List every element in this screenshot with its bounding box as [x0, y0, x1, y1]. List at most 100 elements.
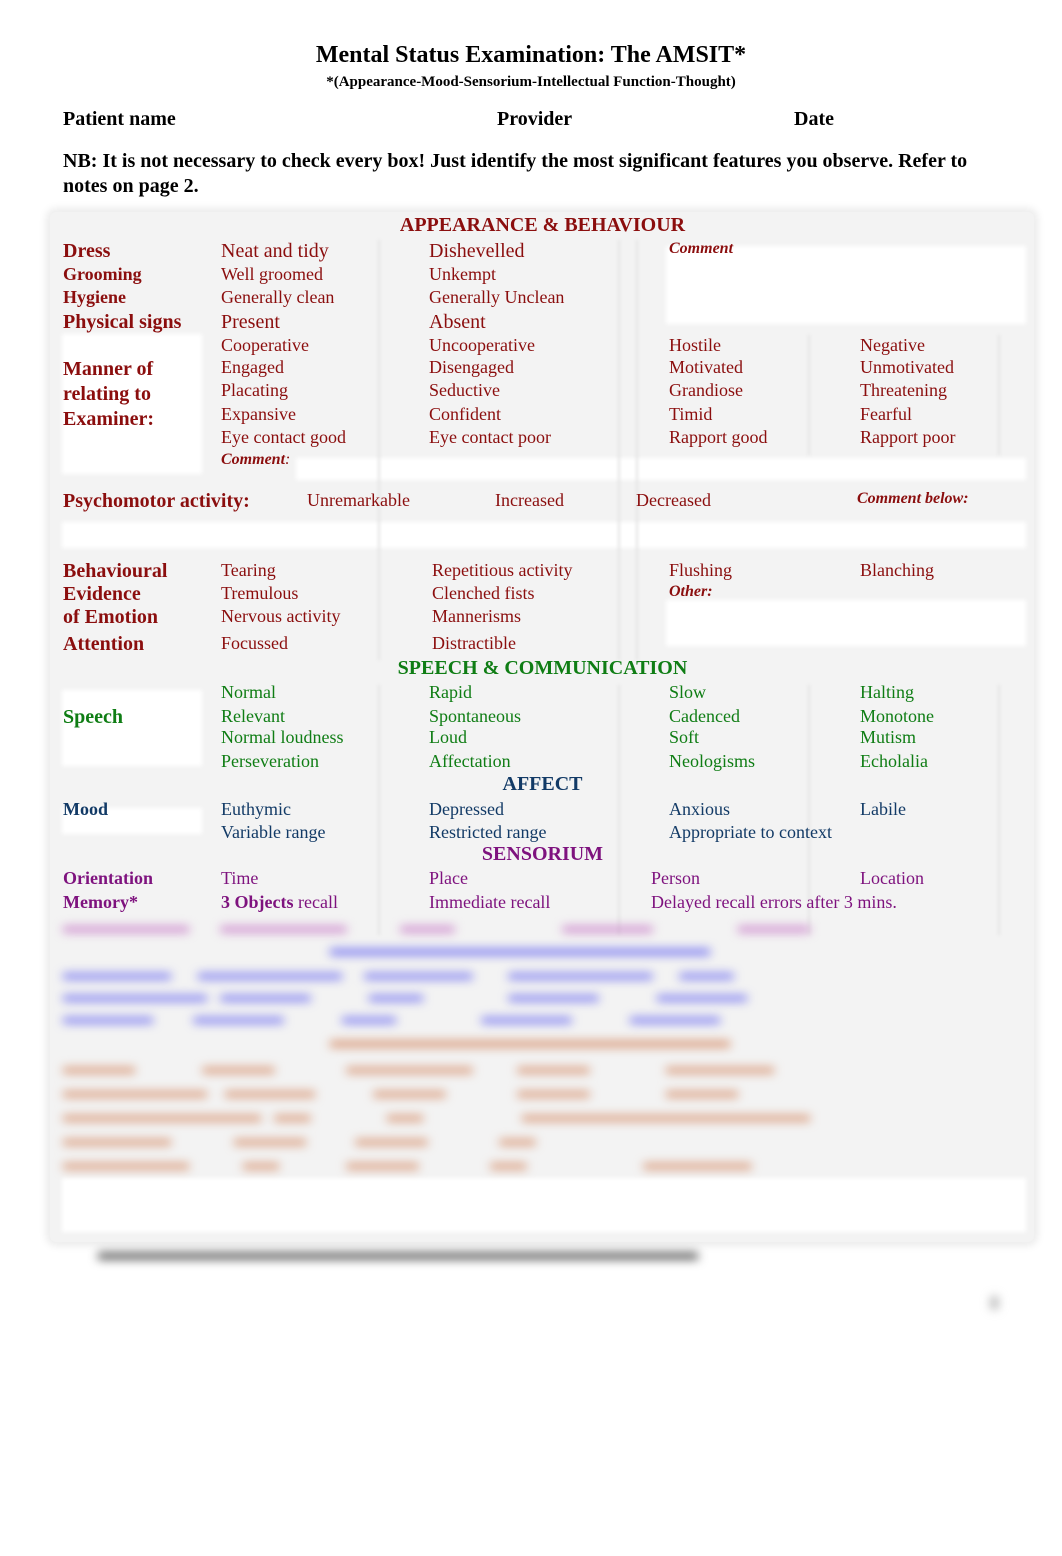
- page-title: Mental Status Examination: The AMSIT*: [315, 42, 747, 68]
- option-checkbox[interactable]: Normal: [221, 682, 276, 703]
- option-checkbox[interactable]: Affectation: [429, 751, 511, 772]
- obscured-heading: ▬▬▬▬▬▬▬▬▬▬▬▬▬▬▬▬▬▬▬▬: [330, 1030, 730, 1052]
- option-checkbox[interactable]: Absent: [429, 311, 486, 334]
- option-checkbox[interactable]: Neologisms: [669, 751, 755, 772]
- option-checkbox[interactable]: Seductive: [429, 380, 500, 401]
- option-checkbox[interactable]: Expansive: [221, 404, 296, 425]
- instruction-note: NB: It is not necessary to check every b…: [63, 150, 968, 197]
- option-checkbox[interactable]: Unremarkable: [307, 490, 410, 511]
- obscured-row: ▬▬▬▬▬▬▬ ▬▬▬▬▬▬▬ ▬▬▬ ▬▬▬▬▬ ▬▬▬▬: [63, 916, 810, 936]
- option-checkbox[interactable]: Labile: [860, 799, 906, 820]
- attention-label: Attention: [63, 633, 145, 655]
- option-checkbox[interactable]: Engaged: [221, 357, 284, 378]
- mood-label: Mood: [63, 799, 108, 819]
- option-checkbox[interactable]: Disengaged: [429, 357, 514, 378]
- option-checkbox[interactable]: Soft: [669, 727, 699, 748]
- option-checkbox[interactable]: Rapid: [429, 682, 472, 703]
- memory-label: Memory*: [63, 892, 138, 912]
- option-checkbox[interactable]: Nervous activity: [221, 606, 340, 627]
- option-checkbox[interactable]: Echolalia: [860, 751, 928, 772]
- option-checkbox[interactable]: Halting: [860, 682, 914, 703]
- option-checkbox[interactable]: Delayed recall errors after 3 mins.: [651, 892, 897, 913]
- option-checkbox[interactable]: Threatening: [860, 380, 947, 401]
- section-heading-affect: AFFECT: [502, 773, 583, 795]
- psychomotor-comment-label: Comment below:: [857, 490, 969, 507]
- option-checkbox[interactable]: Euthymic: [221, 799, 291, 820]
- option-checkbox[interactable]: Eye contact good: [221, 427, 346, 448]
- option-checkbox[interactable]: Eye contact poor: [429, 427, 551, 448]
- option-checkbox[interactable]: Confident: [429, 404, 501, 425]
- option-checkbox[interactable]: Timid: [669, 404, 712, 425]
- option-checkbox[interactable]: Dishevelled: [429, 240, 525, 263]
- option-checkbox[interactable]: Clenched fists: [432, 583, 534, 604]
- option-checkbox[interactable]: Flushing: [669, 560, 732, 581]
- section-heading-appearance: APPEARANCE & BEHAVIOUR: [399, 214, 686, 236]
- obscured-heading: ▬▬▬▬▬▬▬▬▬▬▬▬▬▬▬▬▬▬▬: [330, 938, 710, 960]
- option-checkbox[interactable]: Cooperative: [221, 335, 309, 356]
- option-checkbox[interactable]: Generally clean: [221, 287, 334, 308]
- option-checkbox[interactable]: Mutism: [860, 727, 916, 748]
- option-checkbox[interactable]: Location: [860, 868, 924, 889]
- obscured-page-number: ▮: [990, 1294, 999, 1311]
- option-checkbox[interactable]: Increased: [495, 490, 564, 511]
- manner-comment-box[interactable]: [296, 458, 1026, 480]
- option-checkbox[interactable]: Hostile: [669, 335, 721, 356]
- option-checkbox[interactable]: Restricted range: [429, 822, 546, 843]
- option-checkbox[interactable]: Mannerisms: [432, 606, 521, 627]
- obscured-row: ▬▬▬▬ ▬▬▬▬ ▬▬▬▬▬▬▬ ▬▬▬▬ ▬▬▬▬▬▬ ▬▬▬▬▬▬▬▬ ▬▬…: [63, 1057, 810, 1173]
- option-checkbox[interactable]: Time: [221, 868, 258, 889]
- option-checkbox[interactable]: Well groomed: [221, 264, 323, 285]
- option-checkbox[interactable]: Monotone: [860, 706, 934, 727]
- option-checkbox[interactable]: Perseveration: [221, 751, 319, 772]
- page-subtitle: *(Appearance-Mood-Sensorium-Intellectual…: [326, 74, 736, 90]
- option-checkbox[interactable]: Immediate recall: [429, 892, 550, 913]
- option-checkbox[interactable]: Placating: [221, 380, 288, 401]
- hygiene-label: Hygiene: [63, 287, 126, 307]
- option-checkbox[interactable]: Appropriate to context: [669, 822, 832, 843]
- option-checkbox[interactable]: Uncooperative: [429, 335, 535, 356]
- option-checkbox[interactable]: Normal loudness: [221, 727, 343, 748]
- option-checkbox[interactable]: Grandiose: [669, 380, 743, 401]
- obscured-row: ▬▬▬▬▬▬ ▬▬▬▬▬▬▬▬ ▬▬▬▬▬▬ ▬▬▬▬▬▬▬▬ ▬▬▬ ▬▬▬▬▬…: [63, 963, 747, 1027]
- orientation-label: Orientation: [63, 868, 153, 888]
- option-checkbox[interactable]: Place: [429, 868, 468, 889]
- manner-comment-label: Comment:: [221, 451, 291, 468]
- option-checkbox[interactable]: Tremulous: [221, 583, 298, 604]
- psychomotor-label: Psychomotor activity:: [63, 490, 250, 512]
- provider-label: Provider: [497, 108, 573, 130]
- option-checkbox[interactable]: Depressed: [429, 799, 504, 820]
- option-checkbox[interactable]: Repetitious activity: [432, 560, 572, 581]
- option-checkbox[interactable]: Focussed: [221, 633, 288, 654]
- option-checkbox[interactable]: Present: [221, 311, 280, 334]
- option-checkbox[interactable]: Unkempt: [429, 264, 496, 285]
- manner-label: Manner of relating to Examiner:: [63, 358, 155, 430]
- option-checkbox[interactable]: Negative: [860, 335, 925, 356]
- option-checkbox[interactable]: Spontaneous: [429, 706, 521, 727]
- option-checkbox[interactable]: Tearing: [221, 560, 276, 581]
- date-label: Date: [794, 108, 834, 130]
- option-checkbox[interactable]: Decreased: [636, 490, 711, 511]
- option-checkbox[interactable]: Distractible: [432, 633, 516, 654]
- option-checkbox[interactable]: Fearful: [860, 404, 912, 425]
- option-checkbox[interactable]: Variable range: [221, 822, 325, 843]
- psychomotor-comment-box[interactable]: [62, 522, 1026, 548]
- option-checkbox[interactable]: Loud: [429, 727, 467, 748]
- speech-label: Speech: [63, 706, 123, 728]
- bottom-comment-box[interactable]: [62, 1178, 1026, 1232]
- section-heading-sensorium: SENSORIUM: [481, 843, 604, 865]
- option-checkbox[interactable]: Cadenced: [669, 706, 740, 727]
- option-checkbox[interactable]: Rapport poor: [860, 427, 955, 448]
- option-checkbox[interactable]: Anxious: [669, 799, 730, 820]
- obscured-footnote: ▬▬▬▬▬▬▬▬▬▬▬▬▬▬▬▬▬▬▬▬▬▬▬▬▬▬▬▬▬▬: [98, 1242, 698, 1264]
- option-checkbox[interactable]: Motivated: [669, 357, 743, 378]
- option-checkbox[interactable]: Person: [651, 868, 700, 889]
- option-checkbox[interactable]: Rapport good: [669, 427, 768, 448]
- behavioural-other-box[interactable]: [666, 600, 1026, 646]
- option-checkbox[interactable]: Generally Unclean: [429, 287, 564, 308]
- option-checkbox[interactable]: Unmotivated: [860, 357, 954, 378]
- option-checkbox[interactable]: Slow: [669, 682, 706, 703]
- option-checkbox[interactable]: Blanching: [860, 560, 934, 581]
- option-checkbox[interactable]: Neat and tidy: [221, 240, 329, 263]
- option-checkbox[interactable]: Relevant: [221, 706, 285, 727]
- option-checkbox[interactable]: 3 Objects recall: [221, 892, 338, 913]
